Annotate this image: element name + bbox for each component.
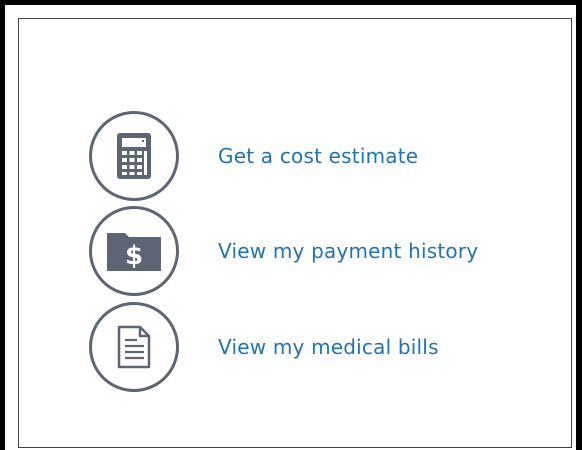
medical-bills-link[interactable]: View my medical bills [89, 302, 439, 392]
cost-estimate-label[interactable]: Get a cost estimate [218, 144, 418, 168]
medical-bills-label[interactable]: View my medical bills [218, 335, 439, 359]
document-icon [89, 302, 179, 392]
payment-history-label[interactable]: View my payment history [218, 239, 478, 263]
svg-text:$: $ [125, 241, 143, 271]
calculator-icon [89, 111, 179, 201]
payment-history-link[interactable]: $ View my payment history [89, 206, 478, 296]
dollar-folder-icon: $ [89, 206, 179, 296]
cost-estimate-link[interactable]: Get a cost estimate [89, 111, 418, 201]
